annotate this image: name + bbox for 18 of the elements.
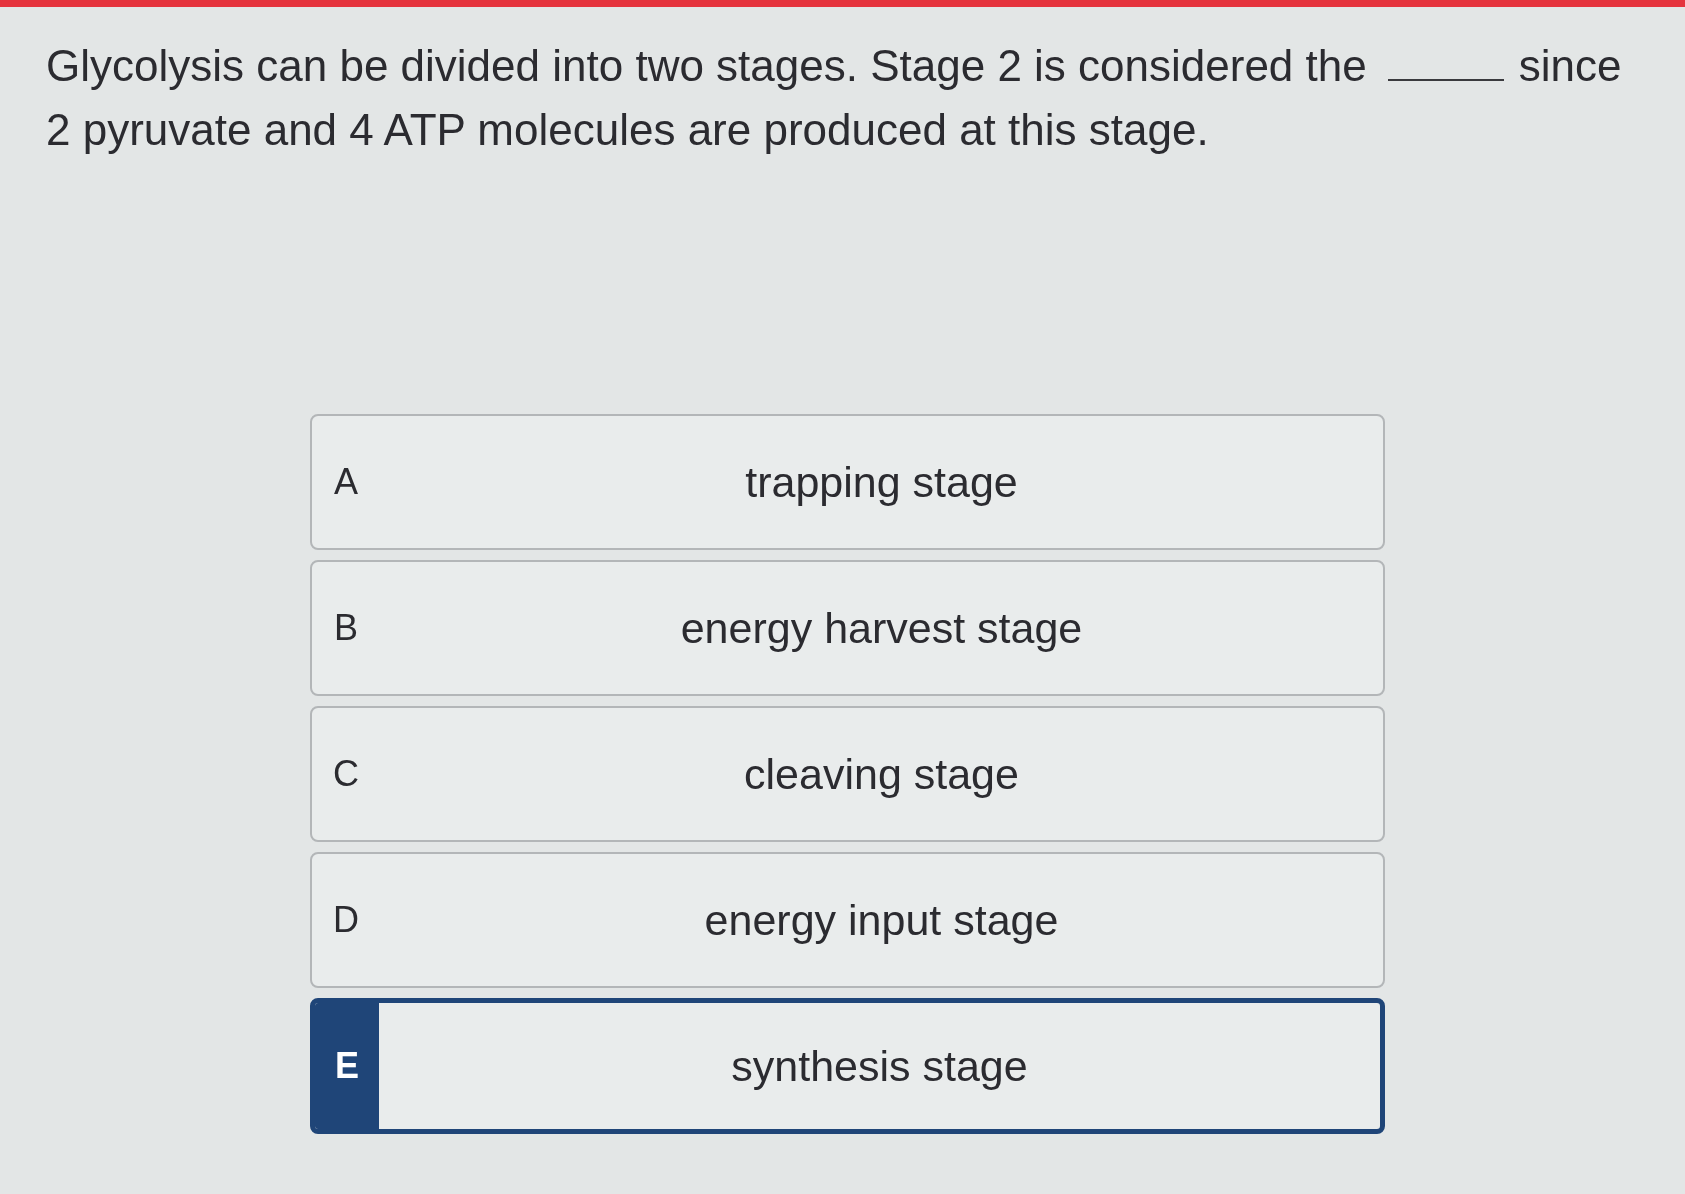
- question-text: 2 pyruvate and 4 ATP molecules are produced at this stage.: [46, 104, 1209, 156]
- option-letter: A: [334, 462, 358, 502]
- answer-option[interactable]: D energy input stage: [310, 852, 1385, 988]
- option-letter: B: [334, 608, 358, 648]
- option-letter: D: [333, 900, 359, 940]
- answer-option[interactable]: C cleaving stage: [310, 706, 1385, 842]
- option-text: energy input stage: [704, 895, 1059, 945]
- answer-option[interactable]: E synthesis stage: [310, 998, 1385, 1134]
- question-text: since: [1518, 40, 1622, 92]
- answer-option[interactable]: A trapping stage: [310, 414, 1385, 550]
- option-text: synthesis stage: [731, 1041, 1028, 1091]
- answer-option[interactable]: B energy harvest stage: [310, 560, 1385, 696]
- question-text: Glycolysis can be divided into two stages. Stage 2 is considered the: [46, 40, 1367, 92]
- option-letter: E: [335, 1046, 359, 1086]
- option-letter: C: [333, 754, 359, 794]
- option-text: trapping stage: [745, 457, 1018, 507]
- option-text: energy harvest stage: [680, 603, 1083, 653]
- option-text: cleaving stage: [744, 749, 1019, 799]
